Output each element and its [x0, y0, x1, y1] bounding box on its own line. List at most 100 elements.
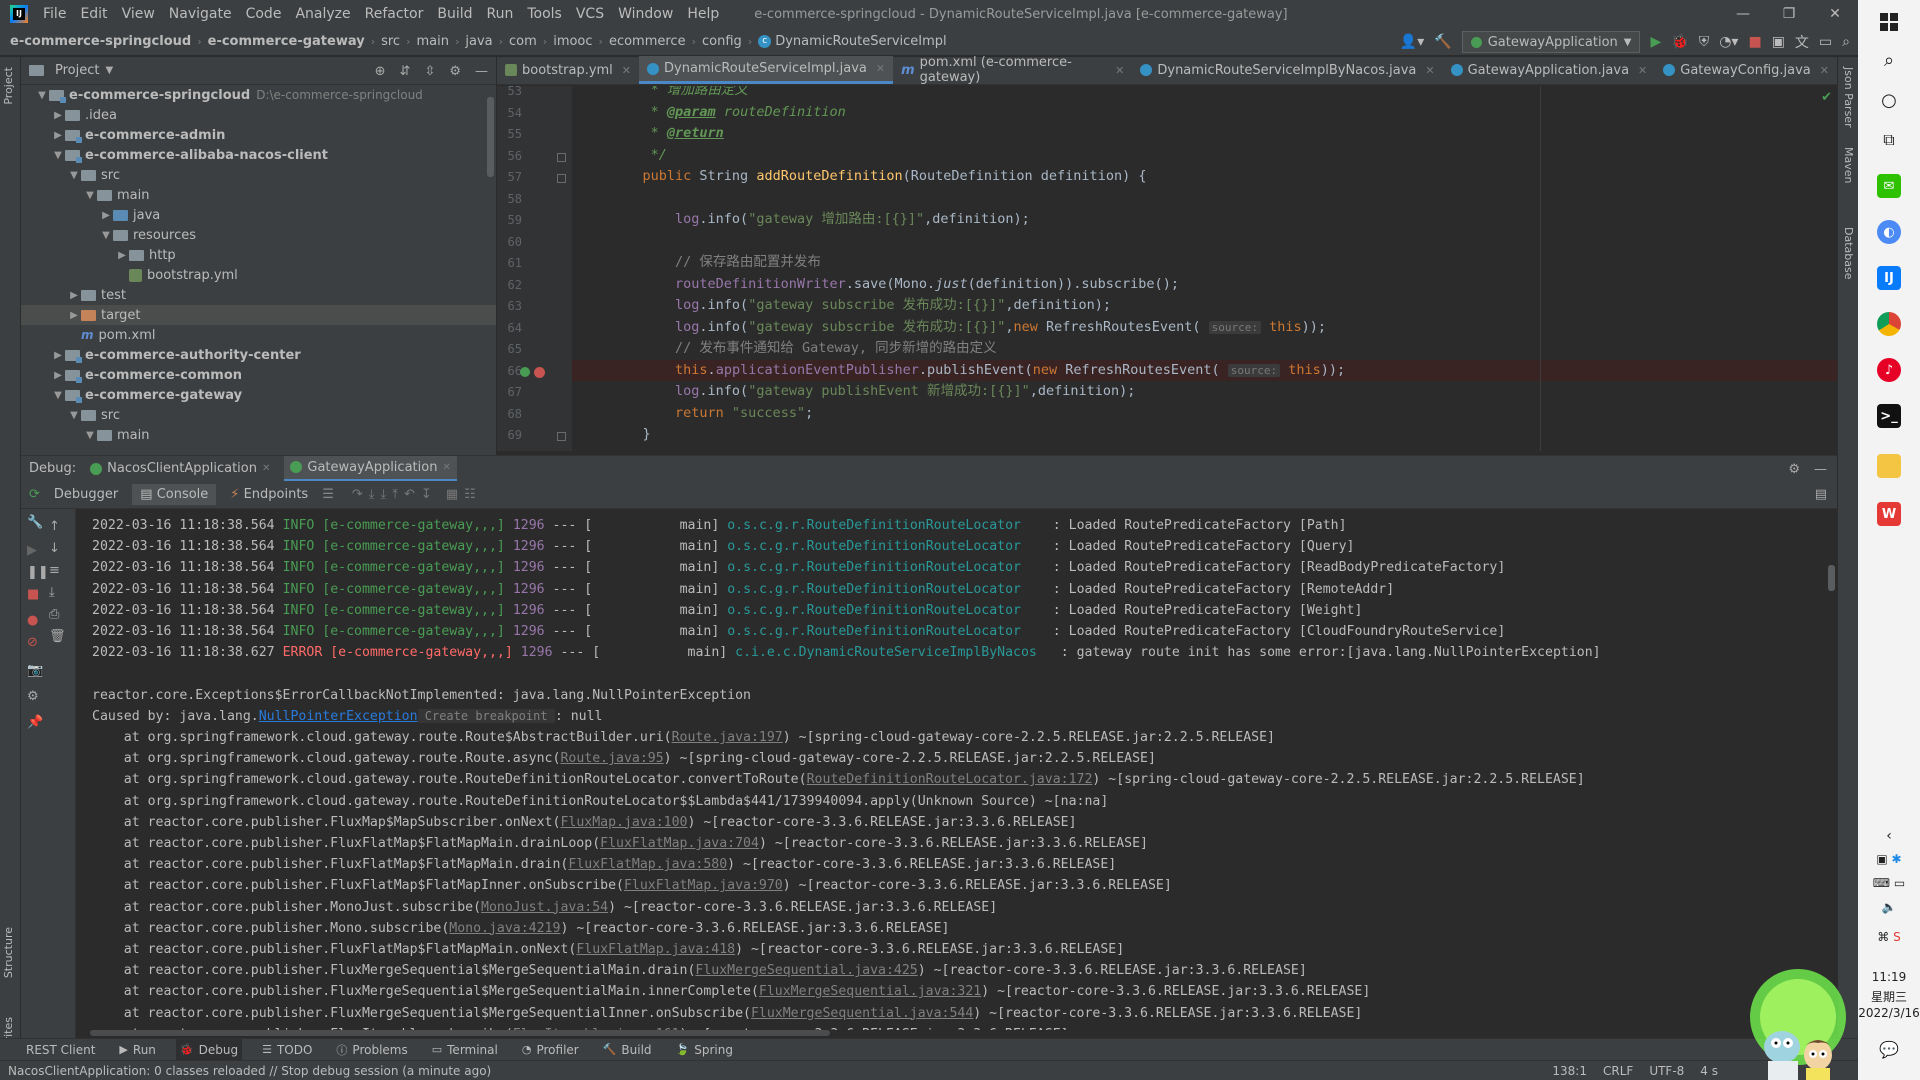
tool-tab-rest-client[interactable]: REST Client — [22, 1039, 99, 1061]
notification-icon[interactable]: 💬 — [1858, 1040, 1920, 1059]
override-icon[interactable] — [520, 366, 530, 377]
intellij-taskbar-app[interactable]: IJ — [1858, 256, 1920, 300]
caret-position[interactable]: 138:1 — [1552, 1064, 1587, 1078]
tree-row[interactable]: m pom.xml — [21, 325, 496, 345]
locate-icon[interactable]: ⊕ — [375, 64, 386, 79]
close-icon[interactable]: ✕ — [876, 62, 885, 75]
source-link[interactable]: FluxMergeSequential.java:321 — [759, 984, 981, 999]
breadcrumb-item[interactable]: e-commerce-springcloud — [10, 34, 191, 49]
status-message[interactable]: NacosClientApplication: 0 classes reload… — [8, 1064, 491, 1078]
hide-icon[interactable]: — — [475, 64, 488, 79]
breadcrumb-item[interactable]: imooc — [553, 34, 592, 49]
debugger-tab[interactable]: Debugger — [46, 484, 126, 505]
endpoints-tab[interactable]: ⚡ Endpoints — [222, 484, 316, 505]
tool-tab-profiler[interactable]: ◔ Profiler — [518, 1039, 583, 1061]
breadcrumb-item[interactable]: src — [381, 34, 400, 49]
mute-breakpoints-icon[interactable]: ⊘ — [27, 635, 38, 650]
tree-row[interactable]: ▶ http — [21, 245, 496, 265]
tool-tab-run[interactable]: ▶ Run — [115, 1039, 159, 1061]
expanded-arrow-icon[interactable]: ▼ — [51, 150, 65, 161]
source-link[interactable]: Route.java:95 — [560, 751, 663, 766]
json-parser-tool-tab[interactable]: Json Parser — [1842, 67, 1855, 128]
menu-tools[interactable]: Tools — [520, 0, 569, 28]
source-link[interactable]: NullPointerException — [259, 709, 418, 724]
file-explorer-taskbar-app[interactable] — [1858, 444, 1920, 488]
breadcrumb-item[interactable]: config — [702, 34, 742, 49]
tree-row[interactable]: ▶ java — [21, 205, 496, 225]
wechat-taskbar-app[interactable]: ✉ — [1858, 164, 1920, 208]
translate-icon[interactable]: 文 — [1795, 32, 1809, 52]
console-output[interactable]: 2022-03-16 11:18:38.564 INFO [e-commerce… — [76, 509, 1837, 1030]
close-icon[interactable]: ✕ — [1425, 64, 1434, 77]
breadcrumb-item[interactable]: DynamicRouteServiceImpl — [775, 34, 946, 49]
editor-tab[interactable]: DynamicRouteServiceImplByNacos.java ✕ — [1132, 56, 1442, 84]
console-hscrollbar[interactable] — [90, 1030, 830, 1036]
hide-icon[interactable]: — — [1814, 462, 1827, 477]
collapsed-arrow-icon[interactable]: ▶ — [51, 130, 65, 141]
source-link[interactable]: Route.java:197 — [672, 730, 783, 745]
line-separator[interactable]: CRLF — [1603, 1064, 1633, 1078]
close-icon[interactable]: ✕ — [262, 463, 270, 474]
tool-tab-build[interactable]: 🔨 Build — [599, 1039, 656, 1061]
collapsed-arrow-icon[interactable]: ▶ — [67, 290, 81, 301]
wrench-icon[interactable]: 🔧 — [27, 515, 43, 530]
tree-row[interactable]: ▼ src — [21, 405, 496, 425]
expand-all-icon[interactable]: ⇵ — [400, 64, 411, 79]
force-step-into-icon[interactable]: ⤓ — [381, 487, 387, 502]
run-to-cursor-icon[interactable]: ↧ — [421, 487, 432, 502]
search-icon[interactable]: ⌕ — [1842, 34, 1850, 50]
clear-all-icon[interactable]: 🗑 — [49, 629, 66, 644]
expanded-arrow-icon[interactable]: ▼ — [67, 410, 81, 421]
restore-button[interactable]: ❐ — [1766, 0, 1812, 28]
fold-marker-icon[interactable] — [557, 174, 566, 183]
netease-music-taskbar-app[interactable]: ♪ — [1858, 348, 1920, 392]
console-scrollbar[interactable] — [1828, 565, 1835, 591]
stop-icon[interactable]: ■ — [27, 587, 39, 602]
task-view-button[interactable]: ⧉ — [1858, 118, 1920, 162]
project-panel-title[interactable]: Project — [55, 63, 99, 78]
collapsed-arrow-icon[interactable]: ▶ — [67, 310, 81, 321]
stop-icon[interactable]: ■ — [1748, 34, 1761, 50]
tree-row[interactable]: ▶ target — [21, 305, 496, 325]
tool-tab-spring[interactable]: 🍃 Spring — [672, 1039, 737, 1061]
scroll-to-end-icon[interactable]: ⤓ — [49, 585, 55, 600]
tool-tab-problems[interactable]: ⓘ Problems — [332, 1039, 411, 1061]
menu-vcs[interactable]: VCS — [569, 0, 611, 28]
source-link[interactable]: RouteDefinitionRouteLocator.java:172 — [807, 772, 1093, 787]
menu-navigate[interactable]: Navigate — [162, 0, 239, 28]
inspection-ok-icon[interactable]: ✔ — [1821, 90, 1832, 105]
menu-analyze[interactable]: Analyze — [288, 0, 357, 28]
source-link[interactable]: FluxFlatMap.java:580 — [568, 857, 727, 872]
collapsed-arrow-icon[interactable]: ▶ — [115, 250, 129, 261]
source-link[interactable]: FluxFlatMap.java:418 — [576, 942, 735, 957]
step-out-icon[interactable]: ⤒ — [392, 487, 398, 502]
fold-marker-icon[interactable] — [557, 432, 566, 441]
collapsed-arrow-icon[interactable]: ▶ — [51, 110, 65, 121]
menu-help[interactable]: Help — [680, 0, 726, 28]
print-icon[interactable]: ⎙ — [49, 607, 59, 622]
expanded-arrow-icon[interactable]: ▼ — [99, 230, 113, 241]
close-icon[interactable]: ✕ — [1638, 64, 1647, 77]
structure-tool-tab[interactable]: Structure — [2, 927, 15, 978]
collapse-all-icon[interactable]: ⇳ — [424, 64, 435, 79]
tree-row[interactable]: ▶ e-commerce-admin — [21, 125, 496, 145]
tool-tab-terminal[interactable]: ▭ Terminal — [428, 1039, 502, 1061]
presentation-icon[interactable]: ▭ — [1819, 34, 1832, 50]
tree-row[interactable]: ▼ e-commerce-alibaba-nacos-client — [21, 145, 496, 165]
file-encoding[interactable]: UTF-8 — [1649, 1064, 1684, 1078]
tray-device-icons[interactable]: ⌨ ▭ — [1858, 876, 1920, 890]
tree-row[interactable]: ▶ e-commerce-common — [21, 365, 496, 385]
session-tab-gateway[interactable]: GatewayApplication ✕ — [284, 455, 457, 482]
menu-view[interactable]: View — [115, 0, 162, 28]
menu-window[interactable]: Window — [611, 0, 680, 28]
volume-icon[interactable]: 🔈 — [1858, 900, 1920, 914]
expanded-arrow-icon[interactable]: ▼ — [35, 90, 49, 101]
close-icon[interactable]: ✕ — [442, 462, 450, 473]
indent-setting[interactable]: 4 s — [1700, 1064, 1718, 1078]
menu-code[interactable]: Code — [239, 0, 289, 28]
tree-row[interactable]: ▼ e-commerce-springcloud D:\e-commerce-spr… — [21, 85, 496, 105]
source-link[interactable]: FluxMergeSequential.java:425 — [695, 963, 917, 978]
down-arrow-icon[interactable]: ↓ — [49, 541, 60, 556]
collapsed-arrow-icon[interactable]: ▶ — [99, 210, 113, 221]
pin-icon[interactable]: 📌 — [27, 715, 43, 730]
